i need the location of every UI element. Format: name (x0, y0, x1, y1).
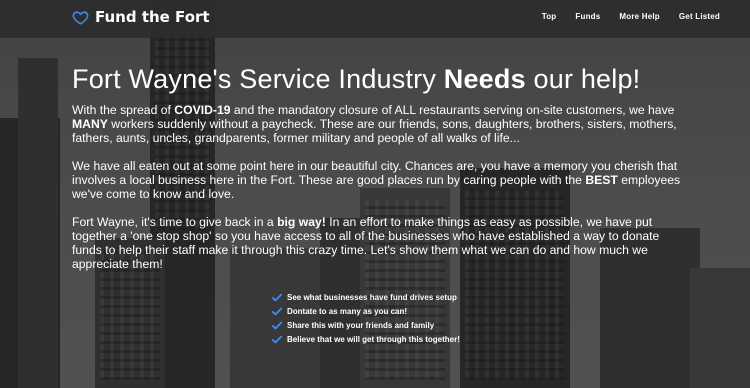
nav-link-funds[interactable]: Funds (575, 12, 600, 21)
check-icon (272, 293, 282, 301)
checklist-item-text: Dontate to as many as you can! (287, 306, 408, 316)
intro-text-2: and the mandatory closure of ALL restaur… (230, 103, 675, 117)
hero-title-part1: Fort Wayne's Service Industry (72, 64, 444, 94)
give-back-paragraph: Fort Wayne, it's time to give back in a … (72, 215, 684, 271)
nav-link-get-listed[interactable]: Get Listed (679, 12, 720, 21)
checklist-item: Believe that we will get through this to… (272, 332, 460, 346)
hero-title-part2: our help! (525, 64, 641, 94)
top-navbar: Fund the Fort Top Funds More Help Get Li… (0, 0, 750, 38)
check-icon (272, 321, 282, 329)
nav-links: Top Funds More Help Get Listed (523, 12, 720, 21)
nav-link-top[interactable]: Top (542, 12, 557, 21)
brand-link[interactable]: Fund the Fort (72, 8, 210, 26)
check-icon (272, 307, 282, 315)
intro-text-1: With the spread of (72, 103, 175, 117)
checklist-item-text: Believe that we will get through this to… (287, 334, 460, 344)
give-back-text-1: Fort Wayne, it's time to give back in a (72, 215, 278, 229)
hero-content: Fort Wayne's Service Industry Needs our … (72, 60, 684, 271)
check-icon (272, 335, 282, 343)
nav-link-more-help[interactable]: More Help (619, 12, 659, 21)
give-back-bold-1: big way! (277, 215, 326, 229)
intro-text-3: workers suddenly without a paycheck. The… (72, 117, 677, 145)
intro-paragraph: With the spread of COVID-19 and the mand… (72, 103, 684, 145)
checklist-item: See what businesses have fund drives set… (272, 290, 460, 304)
memory-paragraph: We have all eaten out at some point here… (72, 159, 684, 201)
checklist-item-text: Share this with your friends and family (287, 320, 435, 330)
hero-title: Fort Wayne's Service Industry Needs our … (72, 60, 684, 98)
action-checklist: See what businesses have fund drives set… (272, 290, 460, 346)
checklist-item: Share this with your friends and family (272, 318, 460, 332)
checklist-item: Dontate to as many as you can! (272, 304, 460, 318)
intro-bold-2: MANY (72, 117, 108, 131)
hero-title-bold: Needs (443, 64, 526, 94)
heart-icon (72, 10, 89, 25)
memory-bold-1: BEST (585, 173, 618, 187)
intro-bold-1: COVID-19 (174, 103, 231, 117)
checklist-item-text: See what businesses have fund drives set… (287, 292, 457, 302)
brand-name: Fund the Fort (95, 8, 210, 26)
